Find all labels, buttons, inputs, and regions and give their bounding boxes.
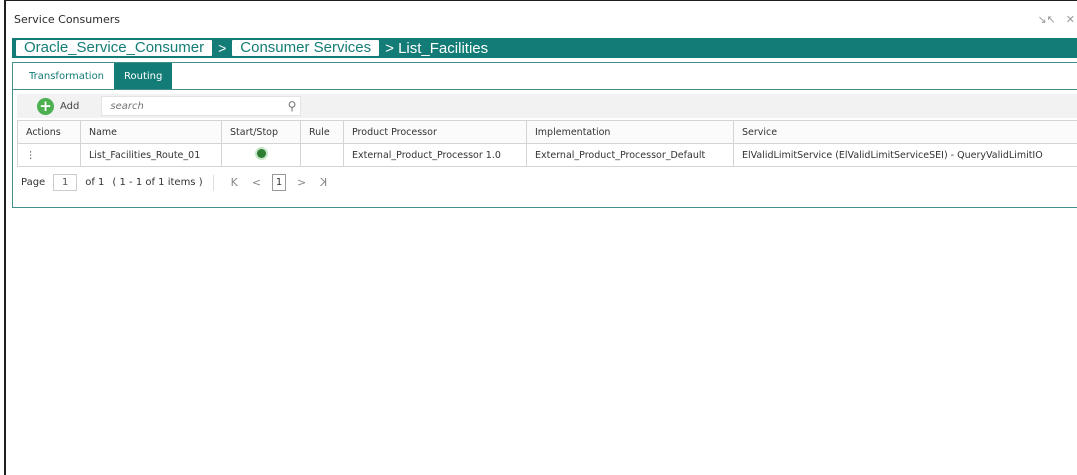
close-icon[interactable]: ✕ bbox=[1066, 13, 1075, 26]
prev-page-icon[interactable]: < bbox=[252, 176, 261, 189]
page-label: Page bbox=[21, 177, 46, 188]
next-page-icon[interactable]: > bbox=[297, 176, 306, 189]
page-number-input[interactable]: 1 bbox=[53, 174, 78, 191]
cell-start-stop bbox=[221, 143, 301, 167]
tab-routing[interactable]: Routing bbox=[114, 63, 173, 89]
table-row[interactable]: ⋮ List_Facilities_Route_01 External_Prod… bbox=[17, 143, 1077, 167]
column-header-rule: Rule bbox=[300, 120, 344, 144]
cell-name: List_Facilities_Route_01 bbox=[80, 143, 222, 167]
breadcrumb-item-service-consumer[interactable]: Oracle_Service_Consumer bbox=[16, 40, 213, 56]
toolbar: + Add ⚲ bbox=[17, 94, 1077, 118]
search-icon[interactable]: ⚲ bbox=[288, 99, 297, 113]
add-label: Add bbox=[60, 100, 80, 112]
window-controls: ↘↖ ✕ bbox=[1037, 13, 1075, 26]
routes-table: Actions Name Start/Stop Rule Product Pro… bbox=[17, 120, 1077, 167]
current-page-button[interactable]: 1 bbox=[272, 174, 287, 191]
cell-service: ElValidLimitService (ElValidLimitService… bbox=[733, 143, 1077, 167]
breadcrumb-current: > List_Facilities bbox=[385, 39, 489, 57]
status-toggle-icon[interactable] bbox=[256, 149, 266, 158]
items-count: ( 1 - 1 of 1 items ) bbox=[112, 177, 203, 188]
pager-divider bbox=[212, 174, 214, 191]
column-header-start-stop: Start/Stop bbox=[221, 120, 301, 144]
breadcrumb-item-consumer-services[interactable]: Consumer Services bbox=[232, 40, 380, 56]
window-title: Service Consumers bbox=[14, 12, 120, 26]
routing-panel: Transformation Routing + Add ⚲ Actions N… bbox=[12, 62, 1077, 208]
page-of-label: of 1 bbox=[85, 177, 105, 188]
column-header-name: Name bbox=[80, 120, 222, 144]
service-consumers-window: Service Consumers ↘↖ ✕ Oracle_Service_Co… bbox=[4, 0, 1077, 475]
breadcrumb: Oracle_Service_Consumer > Consumer Servi… bbox=[12, 38, 1077, 58]
tab-transformation[interactable]: Transformation bbox=[19, 63, 114, 89]
cell-implementation: External_Product_Processor_Default bbox=[526, 143, 734, 167]
search-input[interactable] bbox=[108, 99, 273, 113]
cell-rule bbox=[300, 143, 344, 167]
window-titlebar: Service Consumers ↘↖ ✕ bbox=[6, 1, 1077, 37]
column-header-product-processor: Product Processor bbox=[343, 120, 527, 144]
cell-product-processor: External_Product_Processor 1.0 bbox=[343, 143, 527, 167]
breadcrumb-separator: > bbox=[218, 40, 227, 56]
last-page-icon[interactable]: K bbox=[320, 176, 327, 189]
first-page-icon[interactable]: K bbox=[231, 176, 238, 189]
search-box: ⚲ bbox=[101, 96, 302, 116]
tab-bar: Transformation Routing bbox=[13, 63, 1077, 90]
column-header-implementation: Implementation bbox=[526, 120, 734, 144]
column-header-actions: Actions bbox=[17, 120, 81, 144]
minimize-icon[interactable]: ↘↖ bbox=[1037, 13, 1055, 26]
add-button[interactable]: + Add bbox=[37, 97, 80, 115]
row-actions-icon[interactable]: ⋮ bbox=[17, 143, 81, 167]
table-header-row: Actions Name Start/Stop Rule Product Pro… bbox=[17, 120, 1077, 144]
plus-icon: + bbox=[37, 97, 54, 115]
column-header-service: Service bbox=[733, 120, 1077, 144]
pagination: Page 1 of 1 ( 1 - 1 of 1 items ) K < 1 >… bbox=[21, 174, 334, 191]
